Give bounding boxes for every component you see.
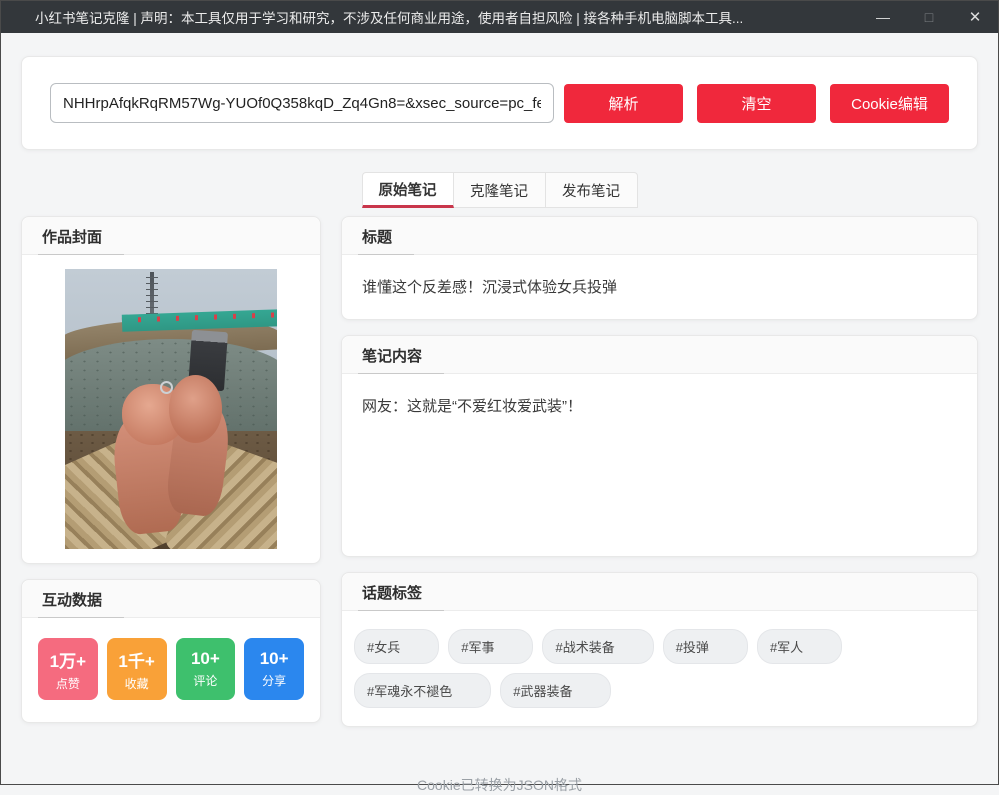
note-content-panel-title: 笔记内容	[358, 336, 444, 374]
close-icon[interactable]: ✕	[952, 1, 998, 33]
tag-pill[interactable]: #军事	[448, 629, 533, 664]
window-controls: — □ ✕	[860, 1, 998, 33]
tags-panel: 话题标签 #女兵 #军事 #战术装备 #投弹 #军人 #军魂永不褪色 #武器装备	[341, 572, 978, 727]
cover-panel-header: 作品封面	[22, 217, 320, 255]
tag-pill[interactable]: #投弹	[663, 629, 748, 664]
maximize-icon[interactable]: □	[906, 1, 952, 33]
note-title-panel-header: 标题	[342, 217, 977, 255]
window-title: 小红书笔记克隆 | 声明：本工具仅用于学习和研究，不涉及任何商业用途，使用者自担…	[35, 7, 743, 27]
stat-favorites: 1千+ 收藏	[107, 638, 167, 700]
clear-button[interactable]: 清空	[697, 84, 816, 123]
tag-pill[interactable]: #军魂永不褪色	[354, 673, 491, 708]
tab-publish-note[interactable]: 发布笔记	[546, 172, 638, 208]
app-window: { "window": { "title": "小红书笔记克隆 | 声明：本工具…	[0, 0, 999, 785]
stat-likes-label: 点赞	[56, 675, 80, 692]
note-content-panel: 笔记内容 网友：这就是“不爱红妆爱武装”！	[341, 335, 978, 557]
tags-panel-header: 话题标签	[342, 573, 977, 611]
stat-likes-value: 1万+	[50, 647, 86, 672]
tag-pill[interactable]: #女兵	[354, 629, 439, 664]
note-url-input[interactable]	[50, 83, 554, 123]
cookie-edit-button[interactable]: Cookie编辑	[830, 84, 949, 123]
stat-shares-value: 10+	[260, 649, 289, 669]
right-column: 标题 谁懂这个反差感！沉浸式体验女兵投弹 笔记内容 网友：这就是“不爱红妆爱武装…	[341, 216, 978, 727]
stat-comments: 10+ 评论	[176, 638, 236, 700]
tags-body: #女兵 #军事 #战术装备 #投弹 #军人 #军魂永不褪色 #武器装备	[342, 611, 977, 726]
tab-clone-note[interactable]: 克隆笔记	[454, 172, 546, 208]
note-title-text: 谁懂这个反差感！沉浸式体验女兵投弹	[342, 255, 977, 319]
stats-panel-title: 互动数据	[38, 580, 124, 618]
tags-panel-title: 话题标签	[358, 573, 444, 611]
tag-pill[interactable]: #战术装备	[542, 629, 653, 664]
tag-pill[interactable]: #武器装备	[500, 673, 611, 708]
cover-fist-right	[169, 375, 222, 442]
cover-panel-title: 作品封面	[38, 217, 124, 255]
tag-pill[interactable]: #军人	[757, 629, 842, 664]
stat-likes: 1万+ 点赞	[38, 638, 98, 700]
stat-favorites-label: 收藏	[125, 675, 149, 692]
url-toolbar: 解析 清空 Cookie编辑	[21, 56, 978, 150]
note-tabs: 原始笔记 克隆笔记 发布笔记	[21, 172, 978, 208]
parse-button[interactable]: 解析	[564, 84, 683, 123]
left-column: 作品封面	[21, 216, 321, 723]
cover-image	[65, 269, 277, 549]
stat-comments-value: 10+	[191, 649, 220, 669]
note-content-panel-header: 笔记内容	[342, 336, 977, 374]
titlebar: 小红书笔记克隆 | 声明：本工具仅用于学习和研究，不涉及任何商业用途，使用者自担…	[1, 1, 998, 33]
cover-body	[22, 255, 320, 563]
stat-shares: 10+ 分享	[244, 638, 304, 700]
stats-panel: 互动数据 1万+ 点赞 1千+ 收藏 10+ 评论	[21, 579, 321, 723]
cover-tower	[150, 272, 154, 320]
stat-shares-label: 分享	[262, 672, 286, 689]
stats-panel-header: 互动数据	[22, 580, 320, 618]
status-message: Cookie已转换为JSON格式	[21, 775, 978, 795]
cover-panel: 作品封面	[21, 216, 321, 564]
content-columns: 作品封面	[21, 216, 978, 727]
stats-body: 1万+ 点赞 1千+ 收藏 10+ 评论 10+ 分享	[22, 618, 320, 722]
note-content-text: 网友：这就是“不爱红妆爱武装”！	[342, 374, 977, 556]
minimize-icon[interactable]: —	[860, 1, 906, 33]
main-page: 解析 清空 Cookie编辑 原始笔记 克隆笔记 发布笔记 作品封面	[1, 56, 998, 795]
note-title-panel: 标题 谁懂这个反差感！沉浸式体验女兵投弹	[341, 216, 978, 320]
stat-favorites-value: 1千+	[118, 647, 154, 672]
note-title-panel-title: 标题	[358, 217, 414, 255]
stat-comments-label: 评论	[193, 672, 217, 689]
tab-original-note[interactable]: 原始笔记	[362, 172, 454, 208]
